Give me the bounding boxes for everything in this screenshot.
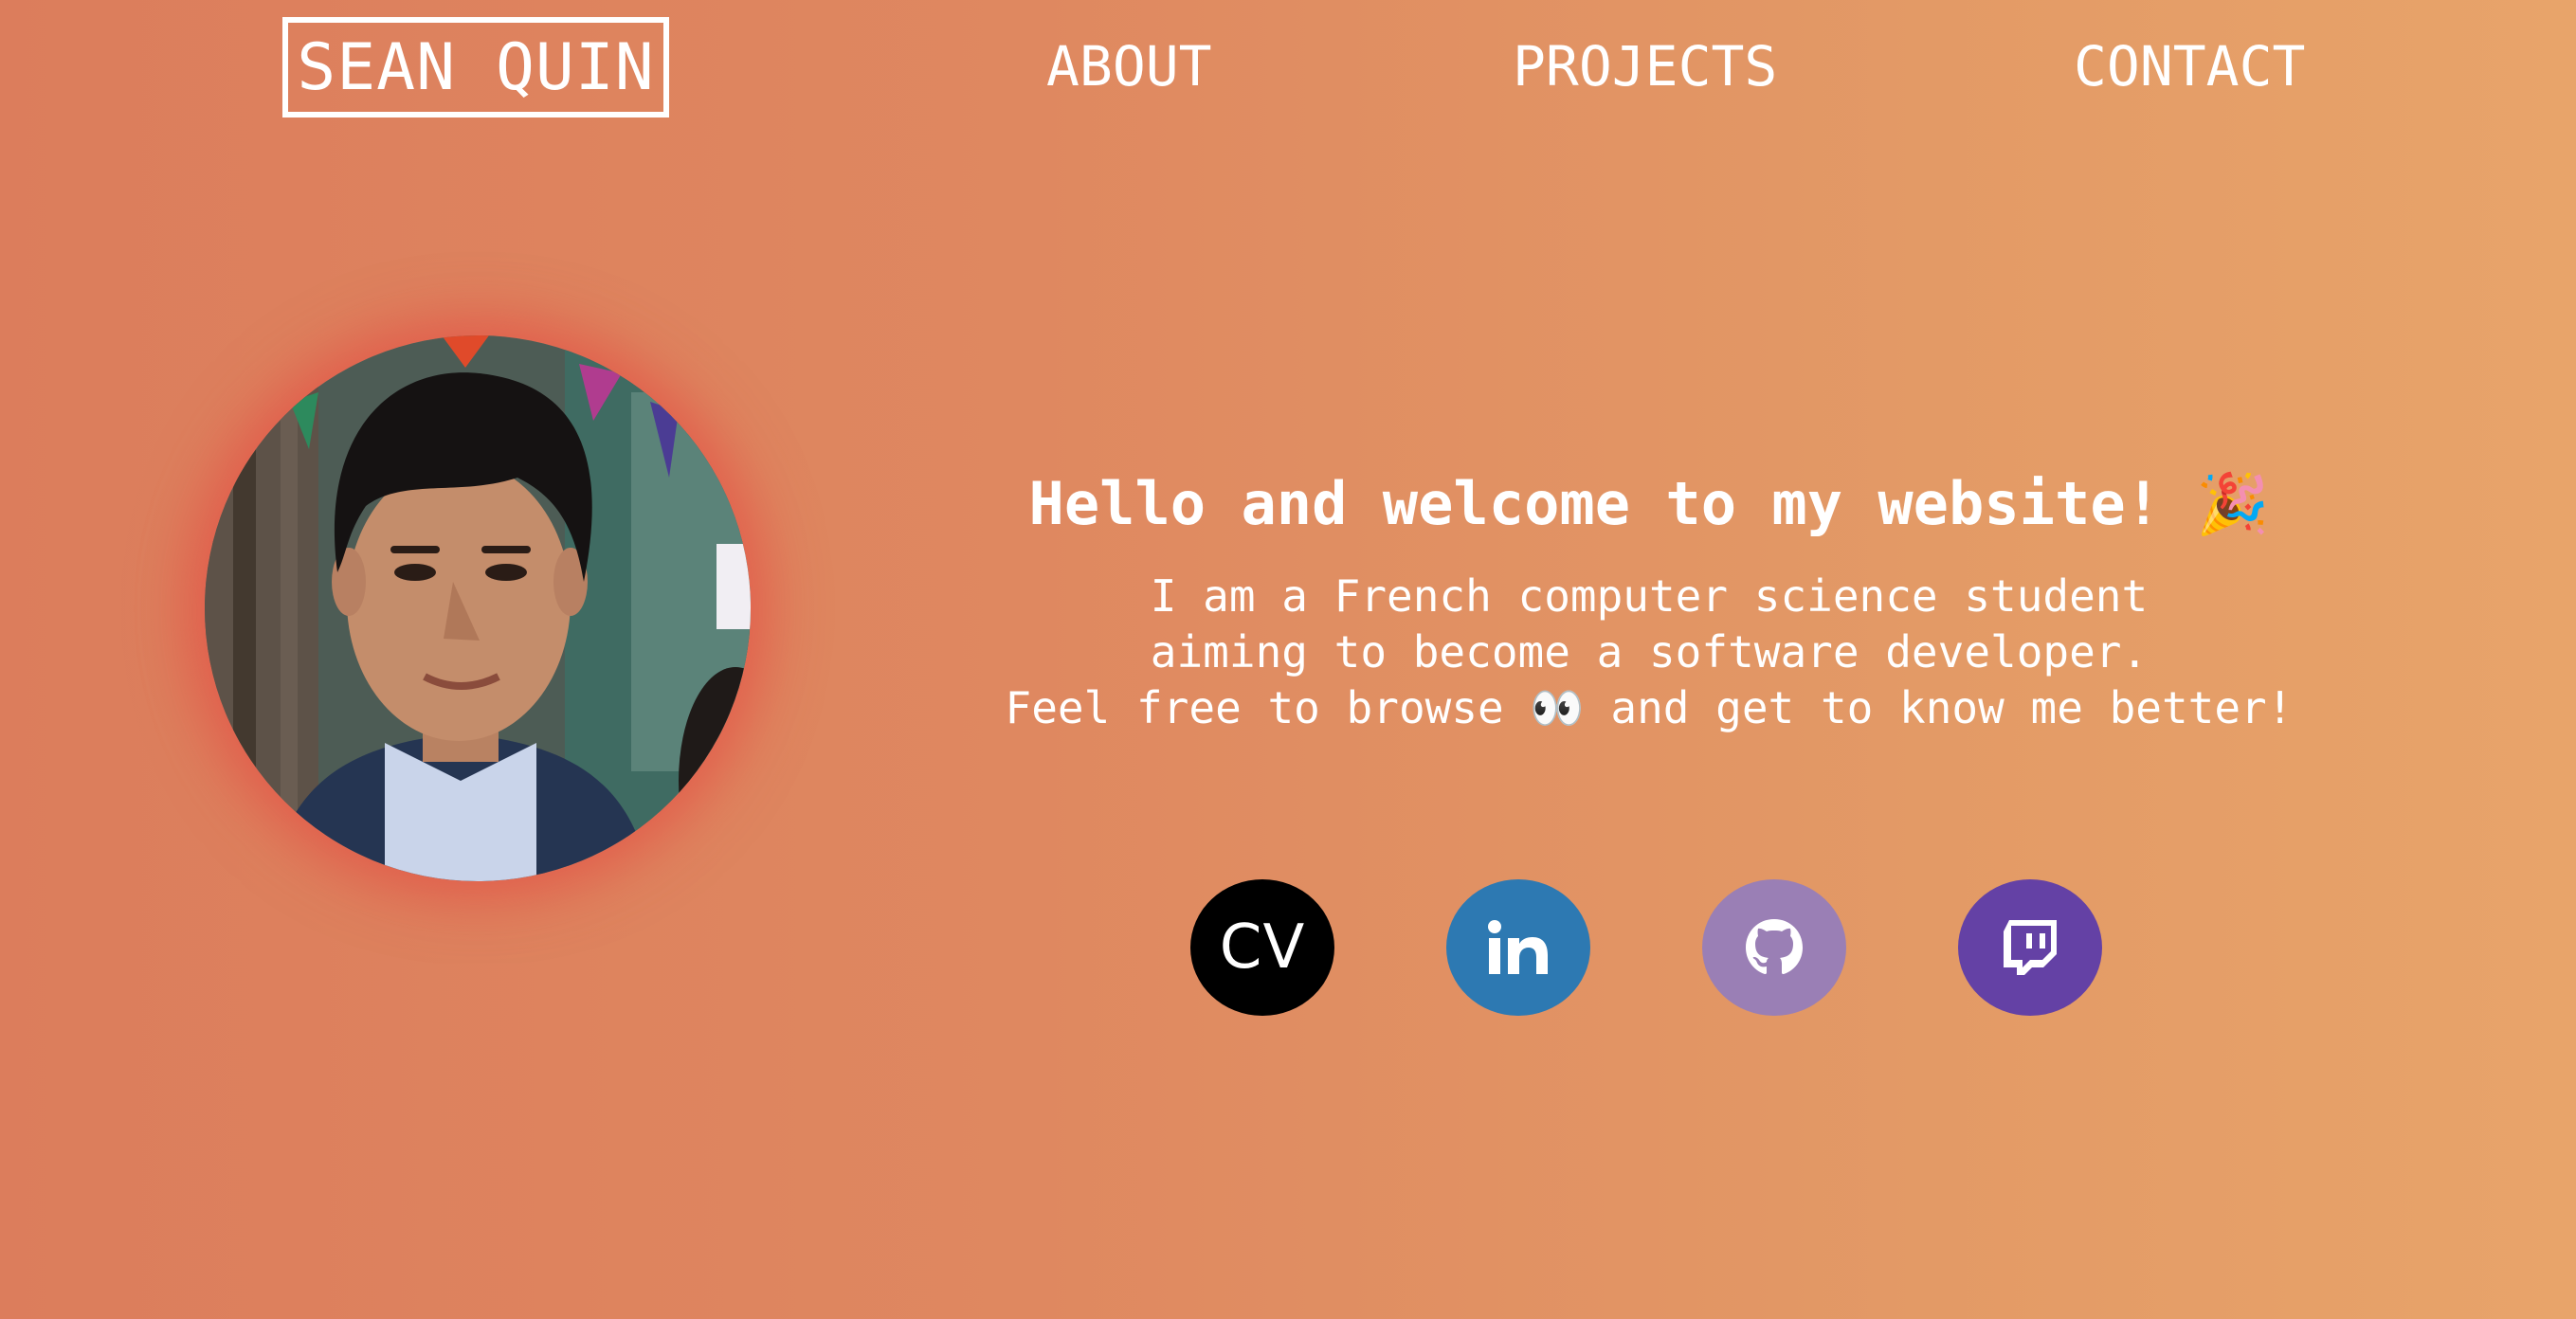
nav-link-about[interactable]: ABOUT bbox=[1046, 32, 1212, 100]
nav-link-projects[interactable]: PROJECTS bbox=[1513, 32, 1777, 100]
twitch-button[interactable] bbox=[1958, 879, 2102, 1016]
hero-intro-line: Feel free to browse 👀 and get to know me… bbox=[1005, 682, 2294, 733]
linkedin-button[interactable] bbox=[1446, 879, 1590, 1016]
hero-intro: I am a French computer science student a… bbox=[948, 569, 2350, 736]
twitch-icon bbox=[2004, 920, 2057, 975]
nav-link-contact[interactable]: CONTACT bbox=[2074, 32, 2305, 100]
profile-photo bbox=[205, 335, 751, 881]
profile-photo-image bbox=[205, 335, 751, 881]
cv-button[interactable]: CV bbox=[1190, 879, 1334, 1016]
top-navigation: SEAN QUIN ABOUT PROJECTS CONTACT bbox=[0, 0, 2576, 142]
social-links: CV bbox=[0, 879, 2576, 1018]
hero-intro-line: I am a French computer science student bbox=[1150, 570, 2149, 622]
linkedin-icon bbox=[1488, 920, 1548, 974]
site-logo[interactable]: SEAN QUIN bbox=[282, 17, 669, 117]
hero-intro-line: aiming to become a software developer. bbox=[1150, 626, 2149, 678]
hero-title: Hello and welcome to my website! 🎉 bbox=[1028, 469, 2270, 538]
github-button[interactable] bbox=[1702, 879, 1846, 1016]
hero-section: Hello and welcome to my website! 🎉 I am … bbox=[948, 445, 2350, 736]
cv-icon: CV bbox=[1219, 912, 1306, 983]
github-icon bbox=[1746, 919, 1803, 974]
